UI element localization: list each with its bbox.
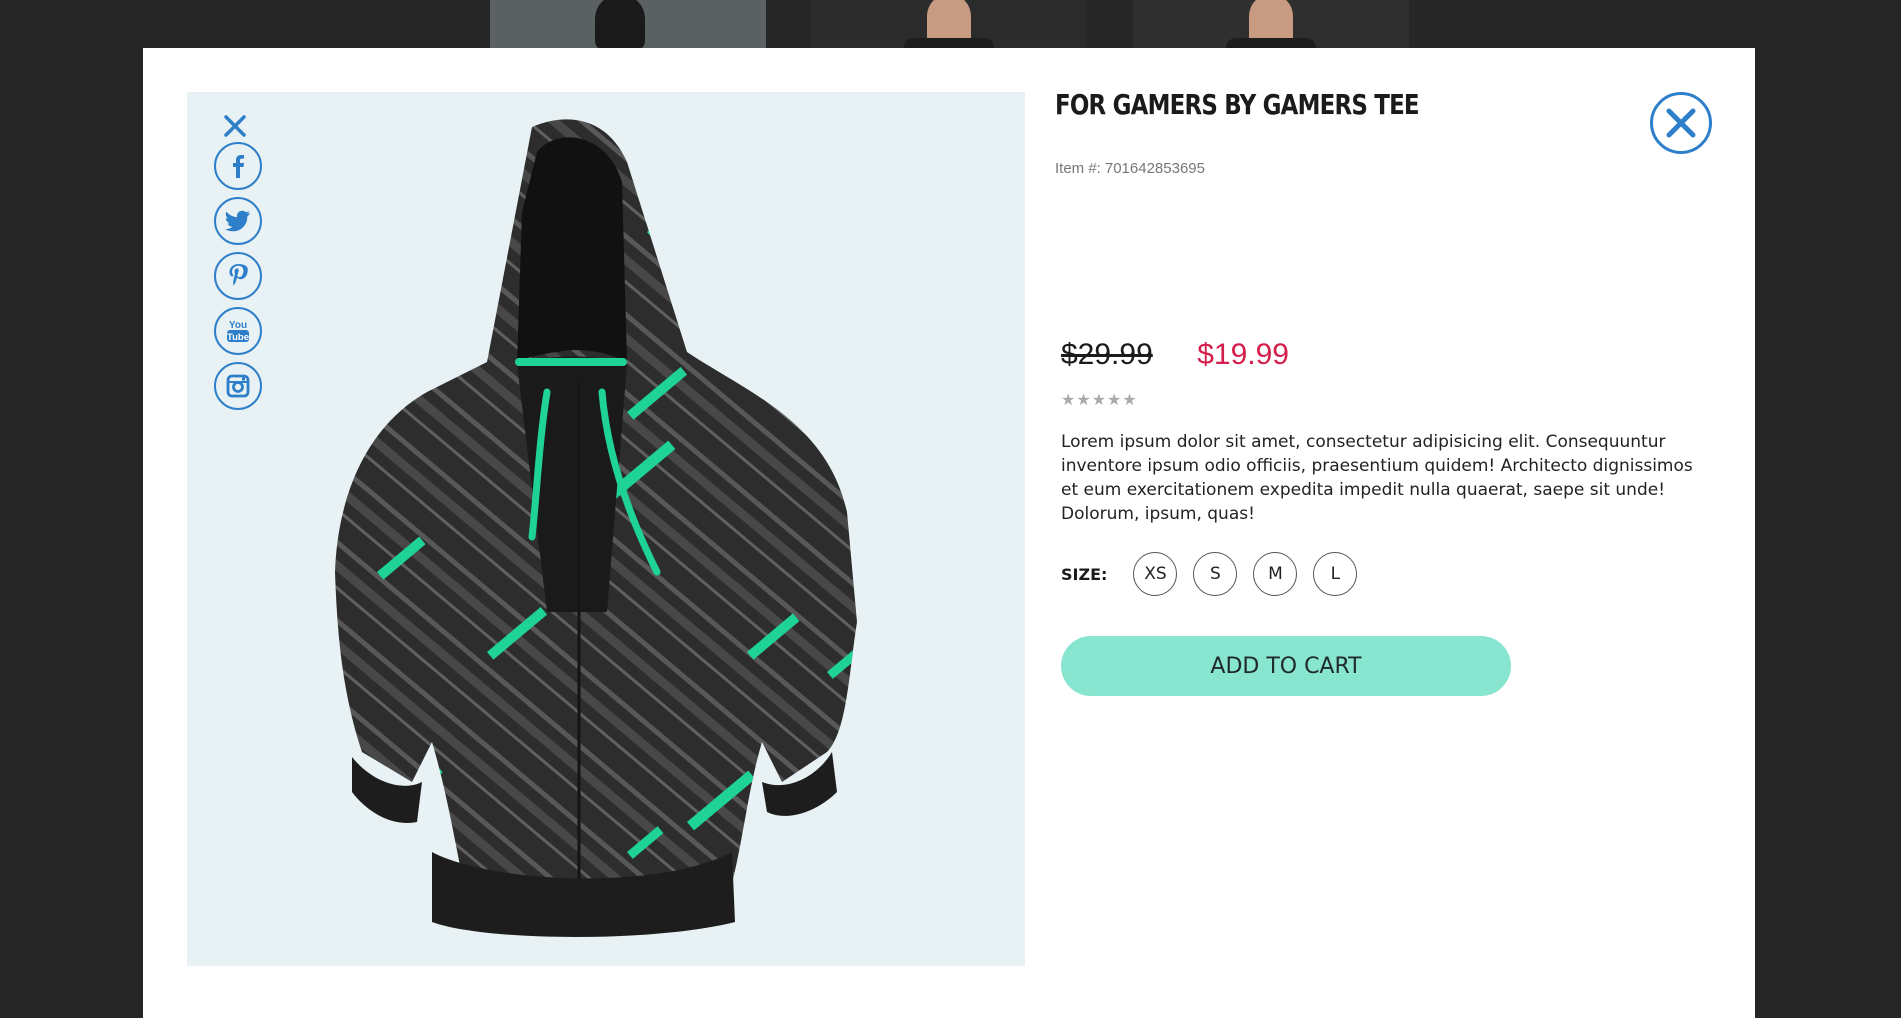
add-to-cart-button[interactable]: ADD TO CART	[1061, 636, 1511, 696]
pinterest-icon[interactable]	[214, 252, 262, 300]
product-image	[335, 119, 857, 937]
background-product-thumbnail	[490, 0, 766, 48]
item-number: Item #: 701642853695	[1055, 160, 1205, 177]
size-option-l[interactable]: L	[1313, 552, 1358, 596]
size-label: SIZE:	[1061, 564, 1108, 584]
quick-view-modal: You Tube FOR GAMERS BY GAMERS TEE Item #…	[143, 48, 1755, 1018]
facebook-icon[interactable]	[214, 142, 262, 190]
sale-price: $19.99	[1197, 338, 1289, 371]
close-share-icon[interactable]	[221, 112, 249, 140]
background-product-thumbnail	[811, 0, 1087, 48]
rating-stars: ★★★★★	[1061, 392, 1138, 409]
size-option-m[interactable]: M	[1253, 552, 1298, 596]
close-circle-icon	[1666, 108, 1696, 138]
close-modal-button[interactable]	[1650, 92, 1712, 154]
youtube-icon-text-bottom: Tube	[227, 332, 249, 343]
original-price: $29.99	[1061, 338, 1153, 371]
product-title: FOR GAMERS BY GAMERS TEE	[1055, 88, 1420, 121]
youtube-icon[interactable]: You Tube	[214, 307, 262, 355]
price-row: $29.99 $19.99	[1061, 338, 1289, 372]
social-share-list: You Tube	[214, 142, 262, 417]
product-description: Lorem ipsum dolor sit amet, consectetur …	[1061, 432, 1693, 524]
youtube-icon-text-top: You	[229, 320, 247, 331]
item-number-value: 701642853695	[1104, 160, 1205, 177]
background-product-thumbnail	[1133, 0, 1409, 48]
instagram-icon[interactable]	[214, 362, 262, 410]
product-image-panel: You Tube	[187, 92, 1025, 966]
size-option-s[interactable]: S	[1193, 552, 1238, 596]
size-selector: SIZE: XS S M L	[1061, 552, 1373, 596]
item-number-label: Item #:	[1055, 160, 1101, 177]
size-option-xs[interactable]: XS	[1133, 552, 1178, 596]
twitter-icon[interactable]	[214, 197, 262, 245]
